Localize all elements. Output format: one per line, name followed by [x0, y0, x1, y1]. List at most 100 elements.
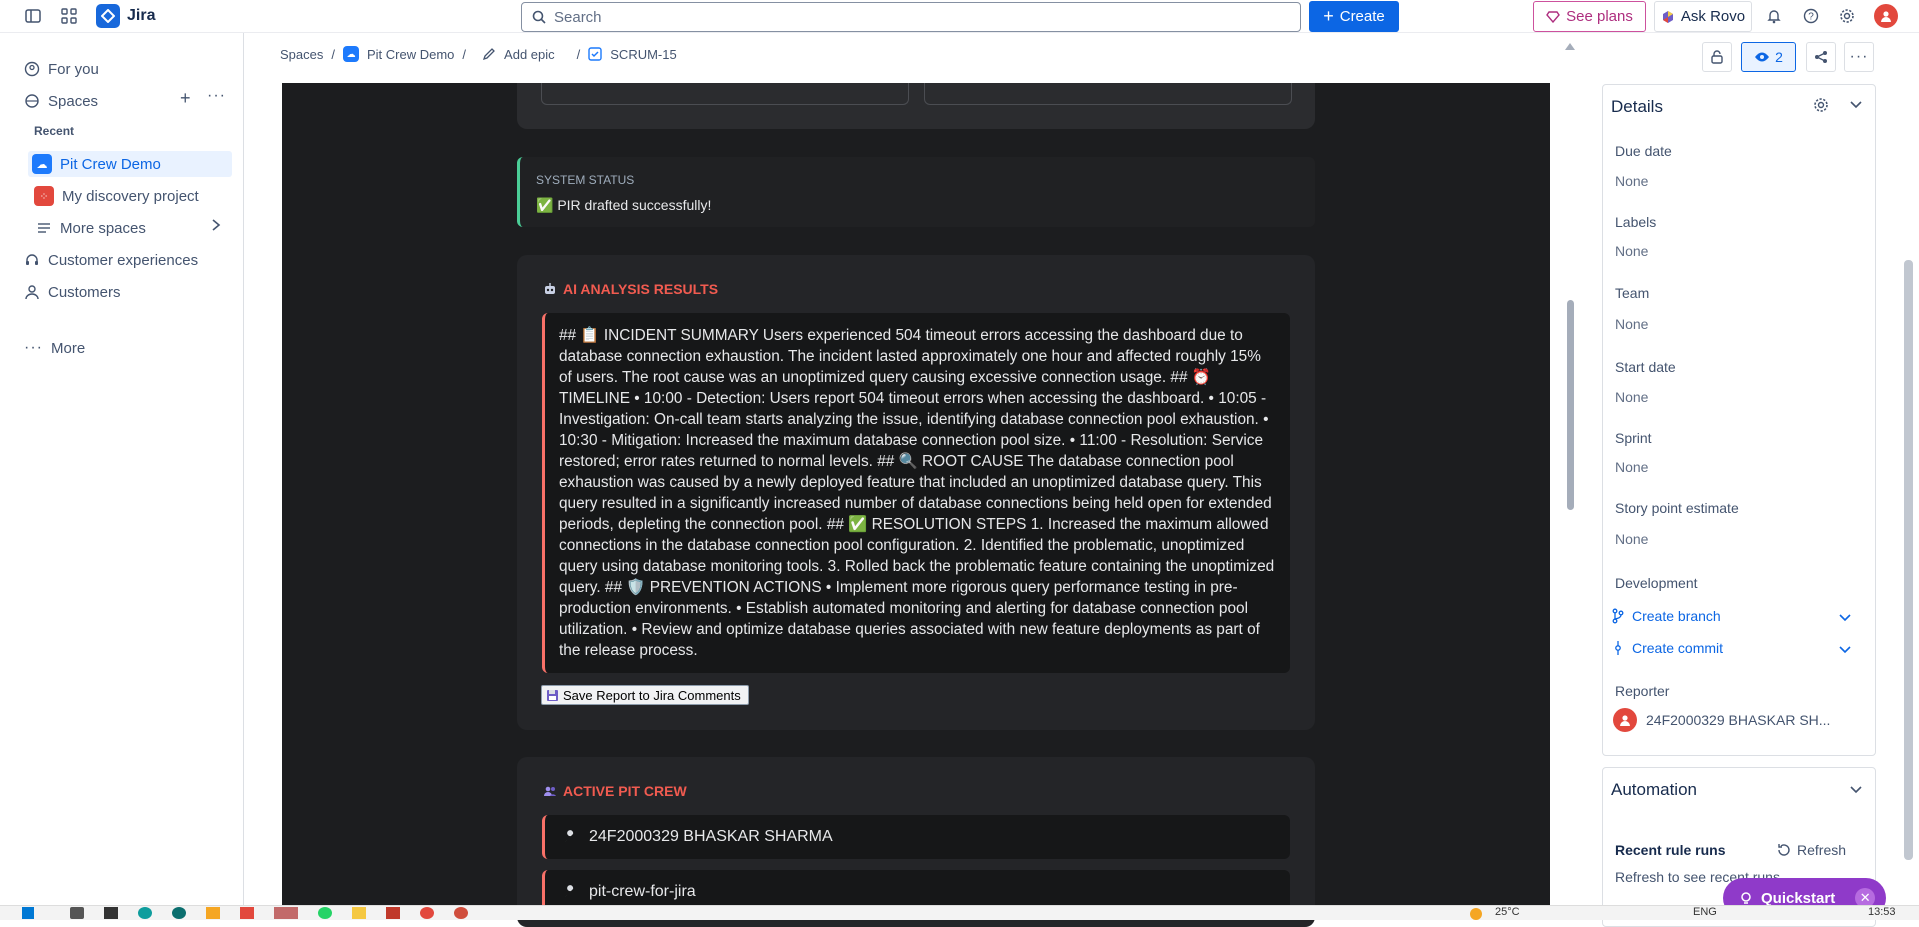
svg-text:?: ? [1808, 12, 1814, 23]
lightbulb-icon [1739, 891, 1753, 905]
sidebar-item-customers[interactable]: Customers [24, 279, 121, 305]
create-commit-link[interactable]: Create commit [1612, 640, 1723, 656]
active-pit-crew-heading: ACTIVE PIT CREW [563, 783, 687, 799]
share-button[interactable] [1806, 42, 1836, 72]
sidebar-item-for-you[interactable]: For you [24, 56, 99, 82]
create-branch-link[interactable]: Create branch [1612, 608, 1721, 624]
see-plans-label: See plans [1566, 8, 1633, 25]
person-icon [24, 284, 40, 300]
sprint-value[interactable]: None [1615, 459, 1648, 475]
breadcrumb: Spaces / ☁ Pit Crew Demo / Add epic / SC… [280, 46, 677, 62]
reporter-avatar [1613, 708, 1637, 732]
input-box-left[interactable] [541, 83, 909, 105]
settings-gear-icon[interactable] [1836, 5, 1858, 27]
input-box-right[interactable] [924, 83, 1292, 105]
breadcrumb-issue-key[interactable]: SCRUM-15 [610, 47, 676, 62]
eye-icon [1755, 52, 1770, 62]
main-scrollbar-thumb[interactable] [1567, 300, 1574, 510]
sidebar-item-more[interactable]: ··· More [24, 335, 85, 361]
crew-member: 24F2000329 BHASKAR SHARMA [542, 815, 1290, 859]
story-point-value[interactable]: None [1615, 531, 1648, 547]
reporter-field[interactable]: 24F2000329 BHASKAR SH... [1613, 708, 1830, 732]
lock-icon [1711, 50, 1723, 64]
breadcrumb-spaces[interactable]: Spaces [280, 47, 323, 62]
details-settings-gear-icon[interactable] [1813, 97, 1829, 113]
ask-rovo-label: Ask Rovo [1680, 8, 1746, 25]
scroll-up-arrow[interactable] [1565, 43, 1575, 50]
automation-heading[interactable]: Automation [1611, 780, 1697, 800]
details-collapse-chevron-icon[interactable] [1850, 101, 1862, 109]
user-avatar[interactable] [1874, 4, 1898, 28]
quickstart-label: Quickstart [1761, 889, 1836, 907]
jira-logo[interactable]: Jira [96, 4, 155, 28]
create-commit-chevron-icon[interactable] [1839, 646, 1851, 654]
ask-rovo-button[interactable]: Ask Rovo [1654, 1, 1752, 32]
sidebar-toggle-icon[interactable] [22, 5, 44, 27]
help-icon[interactable]: ? [1800, 5, 1822, 27]
team-value[interactable]: None [1615, 316, 1648, 332]
more-spaces-label: More spaces [60, 219, 146, 237]
checkbox-task-icon [588, 47, 602, 61]
chevron-right-icon[interactable] [211, 218, 221, 232]
sidebar-item-customer-experiences[interactable]: Customer experiences [24, 247, 198, 273]
ai-heading-row: AI ANALYSIS RESULTS [543, 281, 718, 297]
app-title: Jira [127, 7, 156, 24]
more-actions-button[interactable]: ··· [1844, 42, 1874, 72]
watch-count: 2 [1775, 49, 1783, 65]
crew-heading-row: ACTIVE PIT CREW [543, 783, 687, 799]
save-report-button[interactable]: Save Report to Jira Comments [541, 685, 749, 705]
development-label: Development [1615, 575, 1698, 591]
taskbar-app-icons[interactable] [70, 907, 468, 919]
breadcrumb-project[interactable]: Pit Crew Demo [367, 47, 454, 62]
cloud-project-icon: ☁ [32, 154, 52, 174]
refresh-button[interactable]: Refresh [1777, 842, 1846, 858]
commit-icon [1615, 641, 1621, 655]
pencil-icon [482, 47, 496, 61]
taskbar-clock[interactable]: 13:53 [1868, 906, 1896, 918]
team-label: Team [1615, 285, 1650, 301]
rovo-icon [1661, 10, 1675, 24]
wrench-icon [563, 830, 577, 844]
more-label: More [50, 339, 86, 357]
add-epic-link[interactable]: Add epic [504, 47, 555, 62]
refresh-icon [1778, 844, 1790, 856]
search-icon [532, 10, 546, 24]
sidebar-item-pit-crew-demo[interactable]: ☁ Pit Crew Demo [28, 151, 232, 177]
os-taskbar: 25°C ENG 13:53 [0, 905, 1919, 920]
notifications-bell-icon[interactable] [1763, 5, 1785, 27]
right-panel-scrollbar-thumb[interactable] [1904, 260, 1913, 860]
start-date-value[interactable]: None [1615, 389, 1648, 405]
due-date-value[interactable]: None [1615, 173, 1648, 189]
search-input[interactable]: Search [521, 2, 1301, 32]
spaces-more-icon[interactable]: ··· [207, 87, 226, 105]
windows-start-icon[interactable] [22, 907, 34, 919]
system-status-message: ✅ PIR drafted successfully! [536, 197, 712, 213]
sidebar-item-more-spaces[interactable]: More spaces [36, 215, 146, 241]
system-status-heading: SYSTEM STATUS [536, 173, 635, 187]
crew-member-name: pit-crew-for-jira [589, 883, 696, 900]
lock-button[interactable] [1702, 42, 1732, 72]
reporter-label: Reporter [1615, 683, 1670, 699]
plus-icon: + [1323, 6, 1334, 26]
details-heading[interactable]: Details [1611, 97, 1663, 117]
story-point-label: Story point estimate [1615, 500, 1739, 516]
taskbar-language[interactable]: ENG [1693, 906, 1717, 918]
more-dots-icon: ··· [24, 339, 43, 356]
create-button[interactable]: + Create [1309, 1, 1399, 32]
see-plans-button[interactable]: See plans [1533, 1, 1646, 32]
spaces-icon [24, 93, 40, 109]
add-space-icon[interactable]: + [180, 88, 191, 109]
list-icon [36, 220, 52, 236]
sidebar-item-my-discovery-project[interactable]: ⁘ My discovery project [34, 183, 199, 209]
sidebar-item-spaces[interactable]: Spaces [24, 88, 98, 114]
breadcrumb-separator: / [462, 46, 467, 62]
crew-member-name: 24F2000329 BHASKAR SHARMA [589, 828, 833, 845]
watchers-button[interactable]: 2 [1741, 42, 1796, 72]
create-branch-label: Create branch [1632, 608, 1721, 624]
app-switcher-icon[interactable] [58, 5, 80, 27]
labels-value[interactable]: None [1615, 243, 1648, 259]
automation-collapse-chevron-icon[interactable] [1850, 786, 1862, 794]
due-date-label: Due date [1615, 143, 1672, 159]
create-branch-chevron-icon[interactable] [1839, 614, 1851, 622]
taskbar-temperature[interactable]: 25°C [1495, 906, 1520, 918]
